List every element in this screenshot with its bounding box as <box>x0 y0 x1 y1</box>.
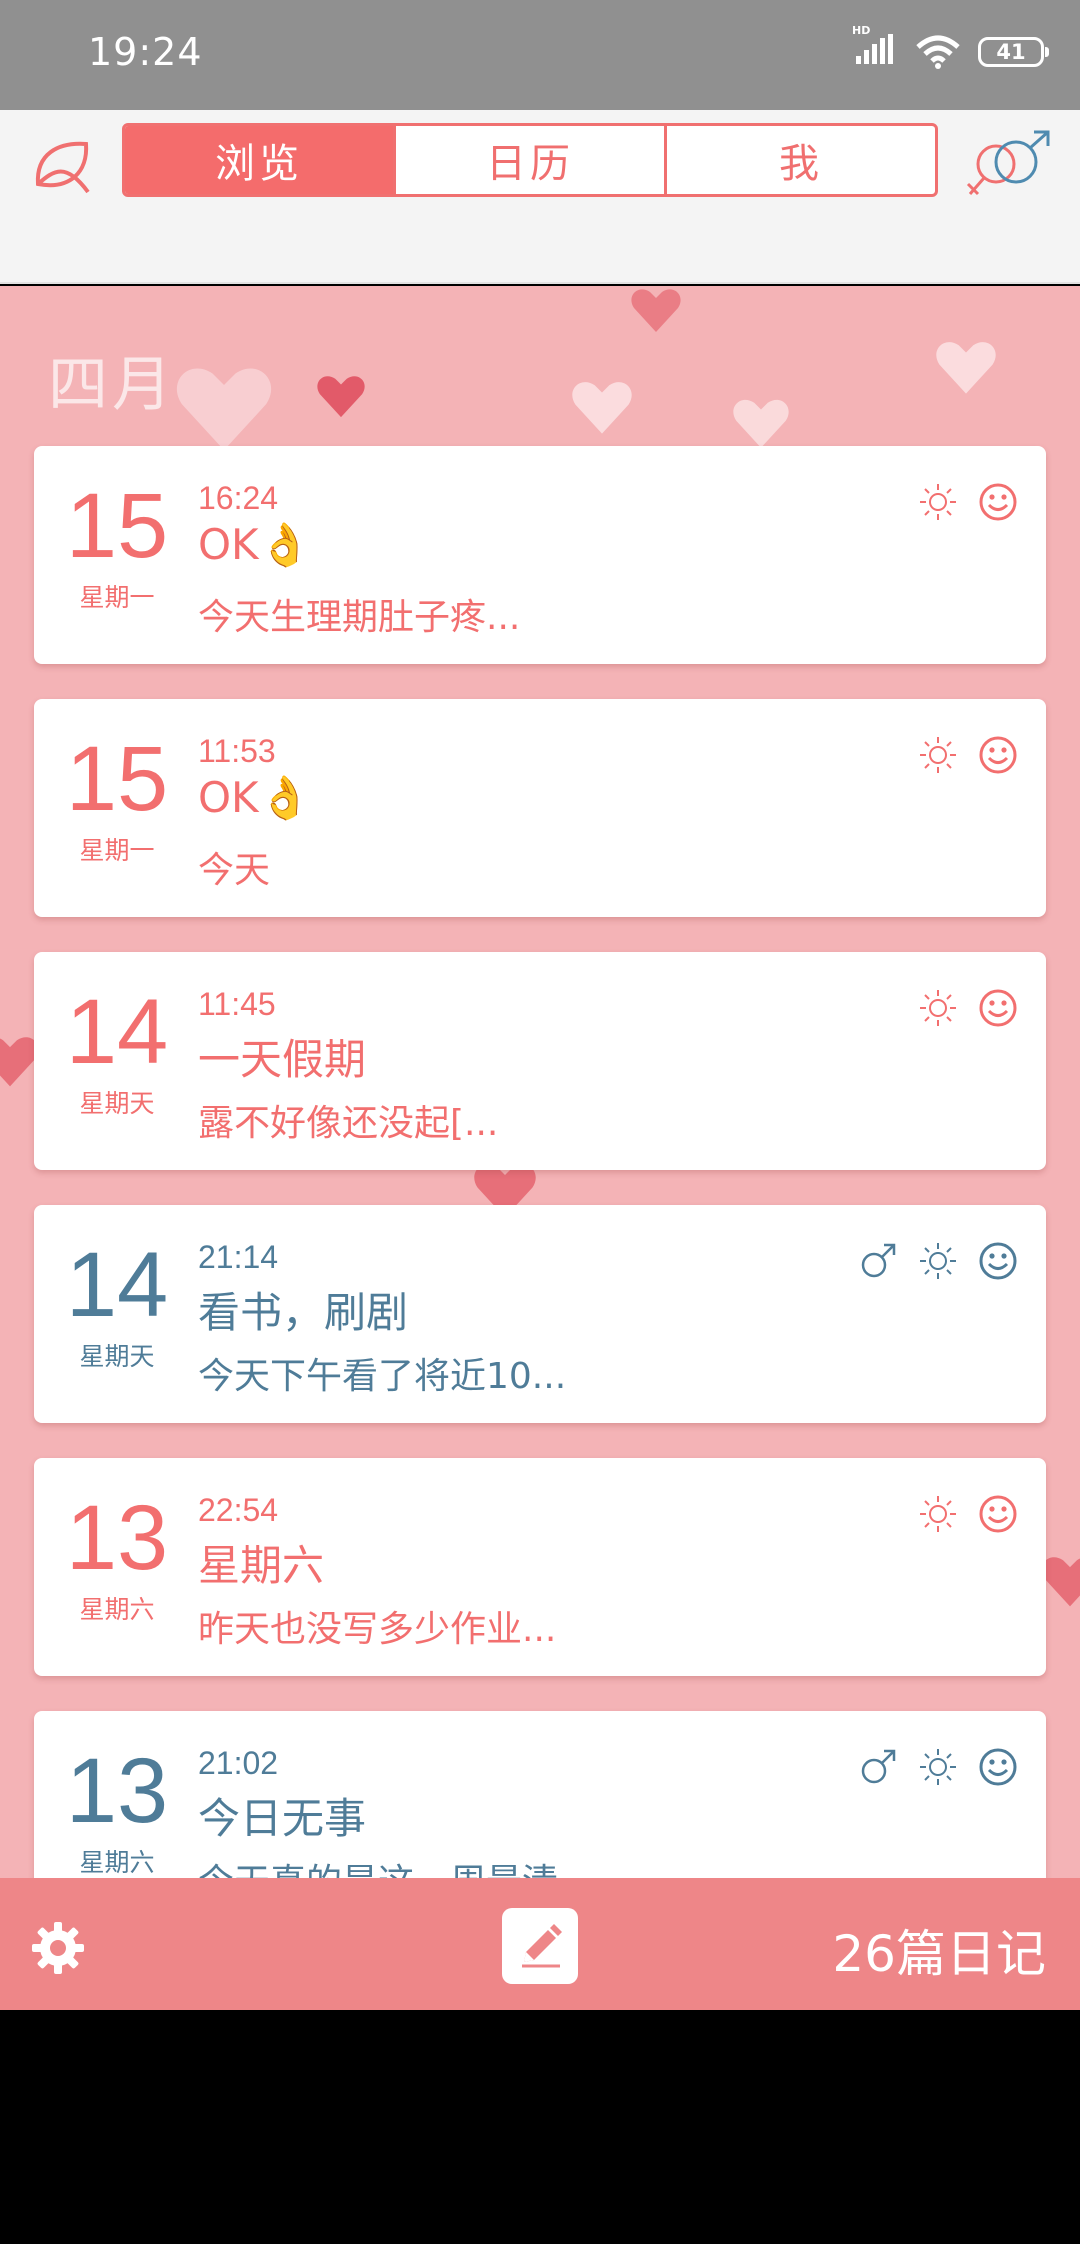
entry-day: 14 <box>65 1234 169 1336</box>
entry-day: 15 <box>65 475 169 577</box>
sun-icon <box>920 1496 956 1532</box>
signal-icon: HD <box>852 24 898 70</box>
sun-icon <box>920 484 956 520</box>
status-icons: HD 41 <box>852 24 1049 70</box>
gear-icon[interactable] <box>30 1920 86 1976</box>
male-icon <box>861 1243 896 1278</box>
entry-snippet: 今天生理期肚子疼... <box>198 597 521 638</box>
diary-entry-card[interactable]: 13 星期六 21:02 今日无事 今天真的是这一周最清 <box>34 1711 1046 1878</box>
smiley-icon <box>979 1242 1017 1280</box>
entry-weekday: 星期天 <box>79 1342 155 1371</box>
entry-weekday: 星期六 <box>79 1848 155 1877</box>
entry-weekday: 星期六 <box>79 1595 155 1624</box>
male-icon <box>861 1749 896 1784</box>
tab-bar: 浏览 日历 我 <box>122 123 938 197</box>
entry-title: 看书，刷剧 <box>198 1288 409 1337</box>
entry-snippet: 今天下午看了将近10... <box>198 1356 567 1397</box>
entry-icons <box>918 988 1018 1028</box>
heart-decoration-icon <box>317 376 365 418</box>
pencil-icon <box>522 1924 562 1968</box>
entry-time: 11:53 <box>198 733 276 769</box>
smiley-icon <box>979 1748 1017 1786</box>
entry-snippet: 昨天也没写多少作业... <box>198 1609 557 1650</box>
heart-decoration-icon <box>936 342 996 394</box>
smiley-icon <box>979 989 1017 1027</box>
heart-decoration-icon <box>1041 1557 1080 1607</box>
entry-title: 一天假期 <box>198 1035 367 1084</box>
tab-me[interactable]: 我 <box>664 126 935 194</box>
wifi-icon <box>916 35 960 69</box>
heart-decoration-icon <box>733 399 789 448</box>
entry-weekday: 星期天 <box>79 1089 155 1118</box>
sun-icon <box>920 1243 956 1279</box>
entry-icons <box>858 1747 1018 1787</box>
entry-title: OK👌 <box>198 520 311 569</box>
hd-label: HD <box>852 24 871 37</box>
entry-title: 今日无事 <box>198 1794 367 1843</box>
entry-snippet: 露不好像还没起[... <box>198 1103 499 1144</box>
entry-weekday: 星期一 <box>79 583 155 612</box>
heart-decoration-icon <box>572 382 632 434</box>
diary-entry-card[interactable]: 14 星期天 11:45 一天假期 露不好像还没起[... <box>34 952 1046 1170</box>
sun-icon <box>920 1749 956 1785</box>
entry-time: 22:54 <box>198 1492 279 1528</box>
tab-calendar[interactable]: 日历 <box>393 126 664 194</box>
diary-entry-card[interactable]: 13 星期六 22:54 星期六 昨天也没写多少作业... <box>34 1458 1046 1676</box>
entry-icons <box>918 1494 1018 1534</box>
smiley-icon <box>979 736 1017 774</box>
battery-icon: 41 <box>978 37 1049 67</box>
gender-icon[interactable] <box>964 128 1054 200</box>
new-entry-button[interactable] <box>502 1908 578 1984</box>
navigation-area <box>0 2010 1080 2244</box>
heart-decoration-icon <box>631 289 681 332</box>
entry-weekday: 星期一 <box>79 836 155 865</box>
status-bar: 19:24 HD 41 <box>0 0 1080 110</box>
entry-snippet: 今天真的是这一周最清 <box>198 1853 558 1878</box>
entry-title: 星期六 <box>198 1541 325 1590</box>
diary-count: 26篇日记 <box>832 1925 1046 1983</box>
entry-day: 13 <box>65 1740 169 1842</box>
entry-day: 15 <box>65 728 169 830</box>
diary-entry-card[interactable]: 15 星期一 11:53 OK👌 今天 <box>34 699 1046 917</box>
smiley-icon <box>979 1495 1017 1533</box>
entry-time: 16:24 <box>198 480 279 516</box>
tab-browse[interactable]: 浏览 <box>125 126 393 194</box>
heart-decoration-icon <box>176 368 272 451</box>
entry-time: 21:02 <box>198 1745 279 1781</box>
entry-day: 13 <box>65 1487 169 1589</box>
entry-icons <box>858 1241 1018 1281</box>
entry-icons <box>918 735 1018 775</box>
entry-time: 21:14 <box>198 1239 279 1275</box>
diary-entry-card[interactable]: 15 星期一 16:24 OK👌 今天生理期肚子疼... <box>34 446 1046 664</box>
month-heading: 四月 <box>48 350 176 420</box>
entry-snippet: 今天 <box>198 850 271 891</box>
sun-icon <box>920 737 956 773</box>
bottom-bar: 26篇日记 <box>0 1878 1080 2010</box>
app-header: 浏览 日历 我 <box>0 110 1080 284</box>
entry-day: 14 <box>65 981 169 1083</box>
entry-time: 11:45 <box>198 986 276 1022</box>
diary-entry-card[interactable]: 14 星期天 21:14 看书，刷剧 今天下午看了将近10... <box>34 1205 1046 1423</box>
sun-icon <box>920 990 956 1026</box>
status-time: 19:24 <box>88 30 203 74</box>
leaf-icon[interactable] <box>30 134 94 198</box>
diary-feed[interactable]: 四月 15 星期一 16:24 OK👌 今天生理期肚子疼... 15 星期一 1… <box>0 286 1080 1878</box>
entry-icons <box>918 482 1018 522</box>
smiley-icon <box>979 483 1017 521</box>
entry-title: OK👌 <box>198 773 311 822</box>
